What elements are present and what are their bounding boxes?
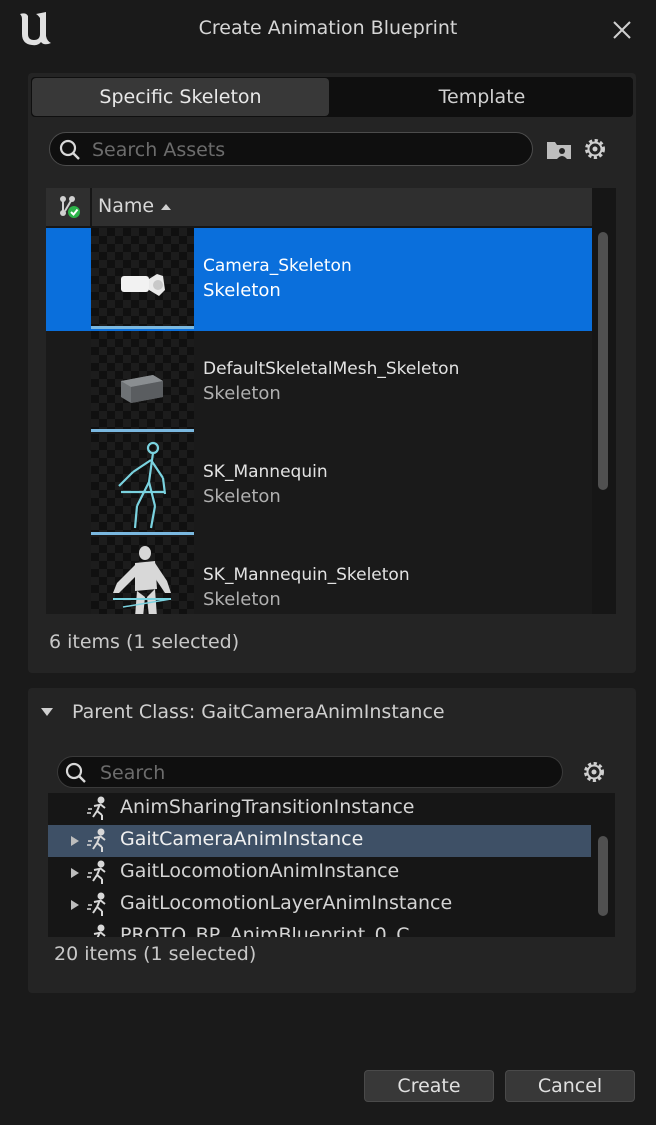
close-icon[interactable] [604,12,640,48]
class-row-anim-sharing-transition[interactable]: AnimSharingTransitionInstance [48,793,591,825]
asset-row-camera-skeleton[interactable]: Camera_Skeleton Skeleton [46,228,592,331]
camera-mesh-icon [121,274,165,296]
class-search-input[interactable] [98,758,542,788]
class-row-gait-locomotion[interactable]: GaitLocomotionAnimInstance [48,857,591,889]
class-name: GaitLocomotionLayerAnimInstance [120,892,453,914]
class-name: GaitLocomotionAnimInstance [120,860,400,882]
asset-list-scrollbar[interactable] [598,232,608,490]
class-row-gait-locomotion-layer[interactable]: GaitLocomotionLayerAnimInstance [48,889,591,921]
box-mesh-icon [121,375,163,403]
expand-arrow-icon[interactable] [70,867,80,879]
gear-icon[interactable] [581,759,607,785]
tab-template[interactable]: Template [331,77,633,117]
class-name: AnimSharingTransitionInstance [120,796,415,818]
thumbnail-type-bar [91,429,194,432]
asset-name: Camera_Skeleton [203,256,352,276]
asset-type: Skeleton [203,383,281,404]
asset-thumbnail [91,434,194,534]
asset-search-input[interactable] [90,135,514,165]
search-icon [59,139,80,160]
title-bar[interactable]: Create Animation Blueprint [0,0,656,60]
class-row-proto-bp[interactable]: PROTO_BP_AnimBlueprint_0_C [48,921,591,937]
sort-ascending-icon[interactable] [160,203,172,211]
asset-name: SK_Mannequin_Skeleton [203,565,410,585]
expand-arrow-icon[interactable] [70,835,80,847]
asset-count-label: 6 items (1 selected) [49,631,240,653]
name-column-header[interactable]: Name [98,195,154,217]
class-list: AnimSharingTransitionInstance GaitCamera… [48,793,615,937]
asset-list: Name Camera_Skeleton Skeleton DefaultSke… [46,188,616,614]
class-name: GaitCameraAnimInstance [120,828,364,850]
asset-name: SK_Mannequin [203,462,328,482]
source-control-column[interactable] [46,188,92,226]
gear-icon[interactable] [582,136,608,162]
thumbnail-type-bar [91,326,194,329]
running-figure-icon [87,892,106,916]
collapse-arrow-icon[interactable] [40,707,54,717]
asset-thumbnail [91,228,194,328]
source-control-icon [60,196,80,218]
tab-bar: Specific Skeleton Template [31,77,633,117]
asset-row-sk-mannequin-skeleton[interactable]: SK_Mannequin_Skeleton Skeleton [46,537,592,614]
skeleton-mesh-icon [118,441,167,529]
class-list-scrollbar[interactable] [598,836,608,916]
list-header: Name [46,188,592,226]
create-button[interactable]: Create [364,1070,494,1102]
class-row-gait-camera[interactable]: GaitCameraAnimInstance [48,825,591,857]
asset-thumbnail [91,537,194,614]
dialog-window: Create Animation Blueprint Specific Skel… [0,0,656,1125]
running-figure-icon [87,860,106,884]
expand-arrow-icon[interactable] [70,899,80,911]
folder-icon[interactable] [545,137,573,163]
asset-row-default-skeletal-mesh[interactable]: DefaultSkeletalMesh_Skeleton Skeleton [46,331,592,434]
running-figure-icon [93,924,106,937]
running-figure-icon [87,796,106,820]
search-icon [65,762,86,783]
asset-search-box[interactable] [49,132,533,166]
dialog-title: Create Animation Blueprint [198,17,458,39]
tab-specific-skeleton[interactable]: Specific Skeleton [32,78,329,116]
running-figure-icon [87,828,106,852]
asset-type: Skeleton [203,589,281,610]
asset-type: Skeleton [203,486,281,507]
cancel-button[interactable]: Cancel [505,1070,635,1102]
asset-row-sk-mannequin[interactable]: SK_Mannequin Skeleton [46,434,592,537]
class-search-box[interactable] [57,756,563,788]
mannequin-mesh-icon [113,546,172,614]
thumbnail-type-bar [91,532,194,535]
class-name: PROTO_BP_AnimBlueprint_0_C [120,924,410,937]
class-count-label: 20 items (1 selected) [54,943,257,965]
asset-thumbnail [91,331,194,431]
asset-name: DefaultSkeletalMesh_Skeleton [203,359,460,379]
parent-class-label[interactable]: Parent Class: GaitCameraAnimInstance [72,701,445,723]
asset-type: Skeleton [203,280,281,301]
